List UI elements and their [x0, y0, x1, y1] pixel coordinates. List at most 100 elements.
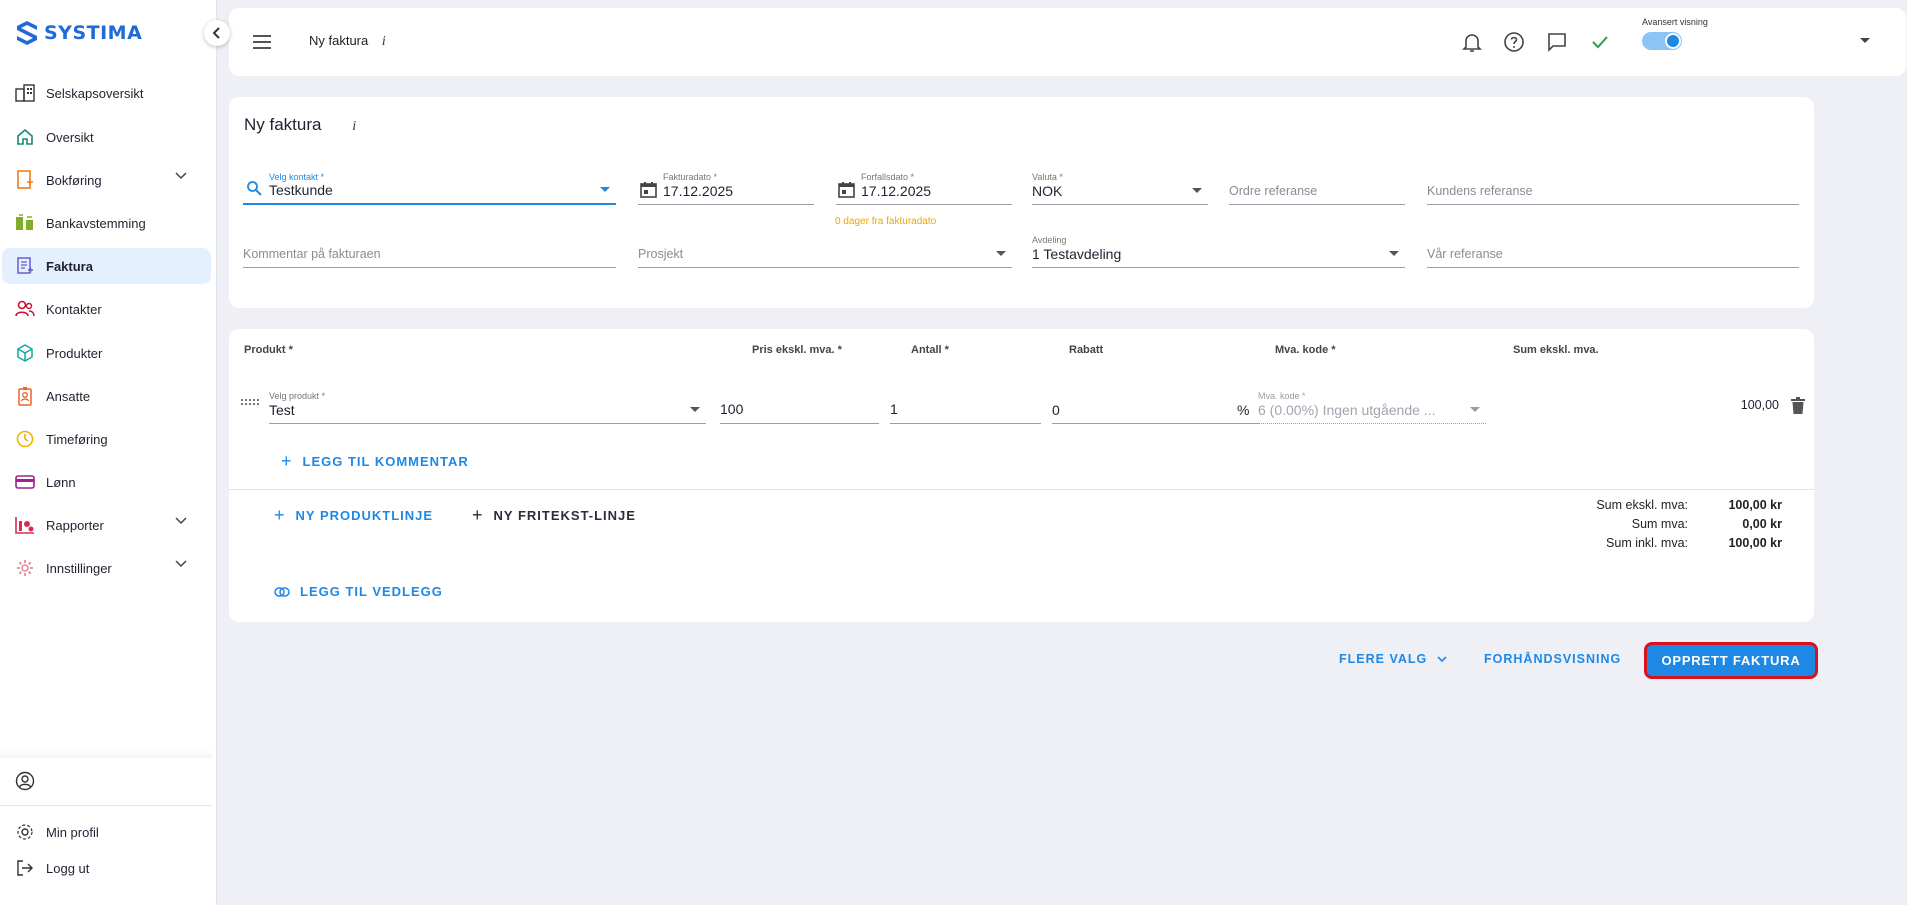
product-select[interactable]: Velg produkt * Test [269, 391, 706, 424]
create-invoice-button[interactable]: OPPRETT FAKTURA [1644, 642, 1818, 679]
more-options-button[interactable]: FLERE VALG [1339, 652, 1447, 666]
project-placeholder: Prosjekt [638, 247, 684, 261]
trash-icon[interactable] [1791, 397, 1805, 414]
logo[interactable]: SYSTIMA [16, 20, 142, 46]
price-input[interactable]: 100 [720, 394, 879, 424]
project-select[interactable]: Prosjekt [638, 238, 1012, 268]
new-text-line-label: NY FRITEKST-LINJE [493, 508, 636, 523]
sidebar-item-timeforing[interactable]: Timeføring [2, 421, 211, 457]
comment-placeholder: Kommentar på fakturaen [243, 247, 381, 261]
contacts-icon [14, 298, 36, 320]
due-date-field[interactable]: Forfallsdato * 17.12.2025 [836, 172, 1012, 205]
new-product-line-button[interactable]: + NY PRODUKTLINJE [274, 505, 433, 526]
comment-field[interactable]: Kommentar på fakturaen [243, 238, 616, 268]
department-value: 1 Testavdeling [1032, 246, 1122, 262]
sidebar-item-bokforing[interactable]: Bokføring [2, 162, 211, 198]
preview-button[interactable]: FORHÅNDSVISNING [1484, 652, 1621, 666]
logout-icon [14, 857, 36, 879]
vat-code-select[interactable]: Mva. kode * 6 (0.00%) Ingen utgående ... [1258, 391, 1486, 424]
badge-icon [14, 385, 36, 407]
sidebar-item-label: Lønn [46, 474, 76, 490]
vat-code-label: Mva. kode * [1258, 391, 1306, 401]
menu-icon[interactable] [253, 35, 271, 49]
sidebar-item-label: Timeføring [46, 431, 108, 447]
sidebar-item-faktura[interactable]: Faktura [2, 248, 211, 284]
caret-down-icon[interactable] [1860, 38, 1870, 43]
customer-reference-placeholder: Kundens referanse [1427, 184, 1533, 198]
vat-code-value: 6 (0.00%) Ingen utgående ... [1258, 402, 1436, 418]
sidebar-item-selskapsoversikt[interactable]: Selskapsoversikt [2, 75, 211, 111]
systima-logo-icon [17, 21, 37, 45]
sidebar-item-logg-ut[interactable]: Logg ut [2, 850, 211, 886]
page-title: Ny faktura i [309, 33, 386, 50]
invoice-heading: Ny faktura i [244, 115, 356, 135]
bell-icon[interactable] [1460, 30, 1484, 54]
contact-field[interactable]: Velg kontakt * Testkunde [243, 172, 616, 205]
order-reference-placeholder: Ordre referanse [1229, 184, 1318, 198]
card-icon [14, 471, 36, 493]
sidebar-user-avatar[interactable] [2, 763, 211, 799]
calendar-icon[interactable] [640, 181, 657, 198]
sidebar-item-label: Kontakter [46, 301, 102, 317]
box-icon [14, 342, 36, 364]
caret-down-icon [1470, 407, 1480, 412]
reports-icon [14, 514, 36, 536]
sidebar-collapse-button[interactable] [204, 20, 230, 46]
sidebar-item-bankavstemming[interactable]: Bankavstemming [2, 205, 211, 241]
product-value: Test [269, 402, 295, 418]
our-reference-field[interactable]: Vår referanse [1427, 238, 1799, 268]
due-date-value: 17.12.2025 [861, 183, 932, 199]
add-attachment-label: LEGG TIL VEDLEGG [300, 584, 443, 599]
chevron-down-icon [175, 517, 187, 525]
calendar-icon[interactable] [838, 181, 855, 198]
home-icon [14, 126, 36, 148]
ledger-icon [14, 169, 36, 191]
settings-gear-icon [14, 821, 36, 843]
chat-icon[interactable] [1545, 30, 1569, 54]
add-attachment-button[interactable]: LEGG TIL VEDLEGG [274, 584, 443, 599]
sidebar-item-label: Oversikt [46, 129, 94, 145]
advanced-view-label: Avansert visning [1642, 17, 1708, 27]
caret-down-icon [690, 407, 700, 412]
drag-handle-icon[interactable] [241, 399, 259, 405]
sidebar-item-oversikt[interactable]: Oversikt [2, 119, 211, 155]
sidebar-item-lonn[interactable]: Lønn [2, 464, 211, 500]
totals-label: Sum ekskl. mva: [1596, 498, 1688, 512]
info-icon[interactable]: i [352, 119, 356, 134]
quantity-input[interactable]: 1 [890, 394, 1041, 424]
sidebar-item-rapporter[interactable]: Rapporter [2, 507, 211, 543]
help-icon[interactable] [1502, 30, 1526, 54]
invoice-header-card: Ny faktura i Velg kontakt * Testkunde Fa… [229, 97, 1814, 308]
sidebar-item-produkter[interactable]: Produkter [2, 335, 211, 371]
new-text-line-button[interactable]: + NY FRITEKST-LINJE [472, 505, 636, 526]
department-select[interactable]: Avdeling 1 Testavdeling [1032, 235, 1405, 268]
more-options-label: FLERE VALG [1339, 652, 1428, 666]
column-header-qty: Antall * [911, 344, 949, 356]
invoice-date-field[interactable]: Fakturadato * 17.12.2025 [638, 172, 814, 205]
caret-down-icon [600, 187, 610, 192]
info-icon[interactable]: i [382, 34, 386, 49]
new-product-line-label: NY PRODUKTLINJE [295, 508, 434, 523]
totals-label: Sum mva: [1631, 517, 1688, 531]
gear-icon [14, 557, 36, 579]
sidebar-item-ansatte[interactable]: Ansatte [2, 378, 211, 414]
sidebar-item-label: Logg ut [46, 860, 90, 876]
check-icon[interactable] [1588, 30, 1612, 54]
column-header-product: Produkt * [244, 344, 293, 356]
currency-select[interactable]: Valuta * NOK [1032, 172, 1208, 205]
sidebar: SYSTIMA Selskapsoversikt Oversikt Bokfør… [0, 0, 217, 905]
sidebar-item-innstillinger[interactable]: Innstillinger [2, 550, 211, 586]
sidebar-item-min-profil[interactable]: Min profil [2, 814, 211, 850]
sidebar-item-label: Faktura [46, 258, 93, 274]
add-comment-button[interactable]: + LEGG TIL KOMMENTAR [281, 451, 469, 472]
customer-reference-field[interactable]: Kundens referanse [1427, 175, 1799, 205]
add-comment-label: LEGG TIL KOMMENTAR [302, 454, 469, 469]
plus-icon: + [281, 451, 293, 471]
chevron-down-icon [175, 560, 187, 568]
chevron-down-icon [1437, 655, 1447, 662]
order-reference-field[interactable]: Ordre referanse [1229, 175, 1405, 205]
advanced-view-toggle[interactable] [1642, 32, 1682, 50]
sidebar-item-kontakter[interactable]: Kontakter [2, 291, 211, 327]
contact-label: Velg kontakt * [269, 172, 325, 182]
search-icon [247, 181, 262, 196]
